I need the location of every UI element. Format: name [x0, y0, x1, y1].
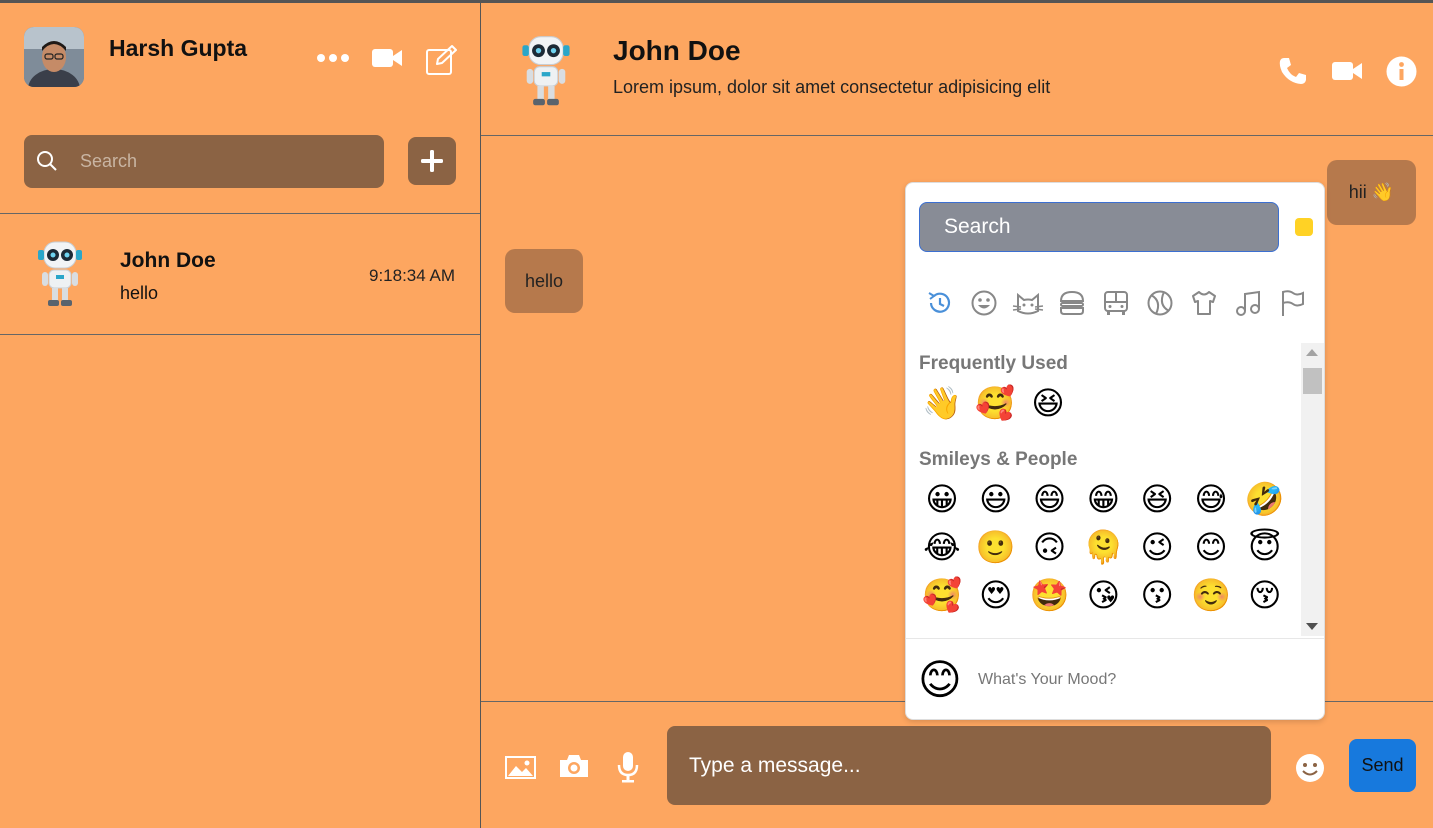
- info-icon[interactable]: [1385, 55, 1417, 87]
- shirt-icon[interactable]: [1188, 287, 1220, 319]
- emoji-button[interactable]: 😗: [1134, 572, 1180, 618]
- emoji-button[interactable]: 👋: [919, 380, 965, 426]
- phone-icon[interactable]: [1277, 54, 1309, 87]
- message-sent: hii 👋: [1327, 160, 1416, 225]
- robot-icon: [522, 36, 570, 106]
- user-name: Harsh Gupta: [109, 35, 248, 61]
- burger-icon[interactable]: [1056, 287, 1088, 319]
- emoji-picker: Frequently Used 👋🥰😆 Smileys & People 😀😃😄…: [905, 182, 1325, 720]
- emoji-button[interactable]: 😀: [919, 476, 965, 522]
- emoji-button[interactable]: 🙃: [1027, 524, 1073, 570]
- emoji-toggle-icon[interactable]: [1294, 752, 1326, 784]
- flag-icon[interactable]: [1276, 287, 1308, 319]
- skin-tone-selector[interactable]: [1295, 218, 1313, 236]
- send-button[interactable]: Send: [1349, 739, 1416, 792]
- emoji-button[interactable]: 🤩: [1027, 572, 1073, 618]
- emoji-button[interactable]: 😄: [1027, 476, 1073, 522]
- image-icon[interactable]: [504, 755, 536, 779]
- emoji-button[interactable]: 😁: [1080, 476, 1126, 522]
- scroll-down-arrow[interactable]: [1306, 623, 1318, 630]
- scroll-thumb[interactable]: [1303, 368, 1322, 394]
- profile-photo: [24, 27, 84, 87]
- more-options-icon[interactable]: [316, 51, 350, 65]
- message-input[interactable]: [689, 726, 1249, 805]
- message-received: hello: [505, 249, 583, 313]
- video-call-icon[interactable]: [1331, 59, 1363, 83]
- emoji-preview-footer: 😊 What's Your Mood?: [906, 638, 1324, 719]
- search-box: [24, 135, 384, 188]
- robot-icon: [38, 241, 82, 306]
- ball-icon[interactable]: [1144, 287, 1176, 319]
- emoji-button[interactable]: 🫠: [1080, 524, 1126, 570]
- contact-item[interactable]: John Doe hello 9:18:34 AM: [0, 214, 480, 334]
- emoji-button[interactable]: 😘: [1080, 572, 1126, 618]
- video-call-icon[interactable]: [371, 46, 403, 70]
- recent-icon[interactable]: [924, 287, 956, 319]
- emoji-button[interactable]: 😅: [1188, 476, 1234, 522]
- emoji-button[interactable]: 😉: [1134, 524, 1180, 570]
- cat-icon[interactable]: [1012, 287, 1044, 319]
- emoji-button[interactable]: 😚: [1242, 572, 1288, 618]
- scroll-up-arrow[interactable]: [1306, 349, 1318, 356]
- camera-icon[interactable]: [558, 753, 590, 779]
- chat-contact-name: John Doe: [613, 35, 741, 66]
- emoji-button[interactable]: 🙂: [973, 524, 1019, 570]
- chat-avatar: [516, 31, 576, 111]
- emoji-search-input[interactable]: [944, 203, 1264, 251]
- emoji-button[interactable]: ☺️: [1188, 572, 1234, 618]
- emoji-button[interactable]: 🤣: [1242, 476, 1288, 522]
- emoji-button[interactable]: 😇: [1242, 524, 1288, 570]
- chat-header-divider: [481, 135, 1433, 136]
- frequently-used-title: Frequently Used: [919, 353, 1068, 374]
- mood-emoji: 😊: [918, 656, 962, 703]
- emoji-button[interactable]: 🥰: [972, 380, 1018, 426]
- contact-name: John Doe: [120, 249, 216, 272]
- contact-avatar: [32, 240, 88, 308]
- emoji-button[interactable]: 😆: [1025, 380, 1071, 426]
- smileys-title: Smileys & People: [919, 449, 1078, 470]
- emoji-button[interactable]: 🥰: [919, 572, 965, 618]
- search-icon: [36, 150, 58, 177]
- search-input[interactable]: [80, 135, 370, 188]
- message-composer: [667, 726, 1271, 805]
- chat-contact-status: Lorem ipsum, dolor sit amet consectetur …: [613, 77, 1051, 97]
- mood-text: What's Your Mood?: [978, 671, 1117, 688]
- emoji-button[interactable]: 😊: [1188, 524, 1234, 570]
- contact-divider: [0, 334, 480, 335]
- contact-last-message: hello: [120, 283, 159, 303]
- emoji-scrollbar[interactable]: [1301, 343, 1324, 636]
- profile-avatar[interactable]: [24, 27, 84, 87]
- sidebar: Harsh Gupta Search John Doe hello 9:18:3…: [0, 3, 481, 828]
- music-icon[interactable]: [1232, 287, 1264, 319]
- emoji-button[interactable]: 😂: [919, 524, 965, 570]
- emoji-list: Frequently Used 👋 🥰 😆 Smileys & People 😀 😃 😄…: [906, 343, 1301, 636]
- emoji-button[interactable]: 😃: [973, 476, 1019, 522]
- plus-icon: [421, 150, 443, 172]
- emoji-search-box: [919, 202, 1279, 252]
- compose-icon[interactable]: [424, 43, 457, 76]
- emoji-category-bar: [920, 287, 1304, 323]
- emoji-button[interactable]: 😆: [1134, 476, 1180, 522]
- bus-icon[interactable]: [1100, 287, 1132, 319]
- add-chat-button[interactable]: [408, 137, 456, 185]
- microphone-icon[interactable]: [614, 751, 642, 783]
- smiley-icon[interactable]: [968, 287, 1000, 319]
- emoji-button[interactable]: 😍: [973, 572, 1019, 618]
- contact-time: 9:18:34 AM: [368, 266, 455, 285]
